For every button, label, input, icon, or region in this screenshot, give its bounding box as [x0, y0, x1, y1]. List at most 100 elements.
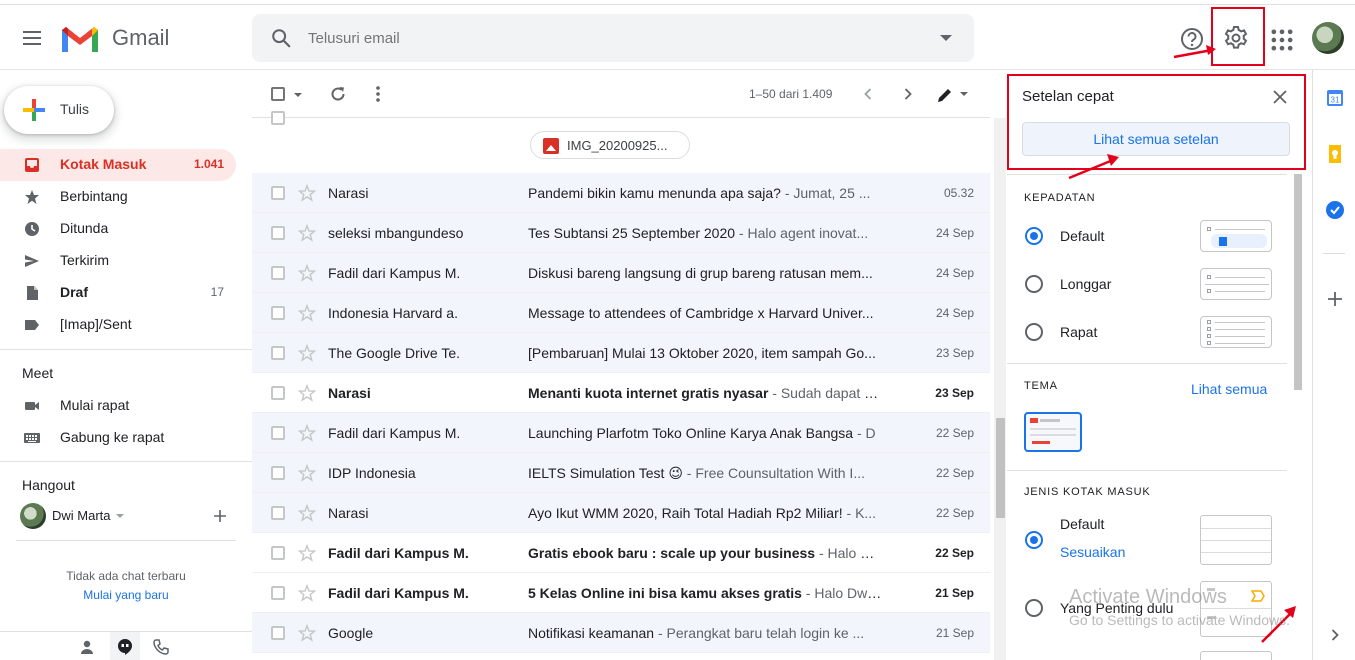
customize-inbox-link[interactable]: Sesuaikan — [1060, 544, 1125, 560]
sidebar-item-snoozed[interactable]: Ditunda — [0, 213, 236, 245]
see-all-themes-link[interactable]: Lihat semua — [1191, 381, 1267, 397]
brand-name[interactable]: Gmail — [112, 25, 169, 51]
density-comfortable-preview[interactable] — [1200, 268, 1272, 300]
email-row[interactable]: Google Notifikasi keamanan - Perangkat ba… — [252, 613, 990, 653]
row-checkbox[interactable] — [271, 186, 285, 200]
search-bar[interactable] — [252, 14, 974, 62]
sidebar-item-imap-sent[interactable]: [Imap]/Sent — [0, 309, 236, 341]
star-icon[interactable] — [298, 184, 316, 202]
apps-grid-icon[interactable] — [1268, 26, 1296, 54]
density-default-radio[interactable] — [1025, 227, 1043, 245]
quick-settings-highlight-box — [1007, 74, 1306, 170]
row-checkbox[interactable] — [271, 546, 285, 560]
attachment-chip[interactable]: IMG_20200925... — [530, 131, 690, 159]
row-checkbox[interactable] — [271, 426, 285, 440]
gmail-logo[interactable] — [60, 24, 100, 54]
density-option-label[interactable]: Default — [1060, 228, 1104, 244]
email-row[interactable]: IDP Indonesia IELTS Simulation Test 😉 - F… — [252, 453, 990, 493]
list-scrollbar-thumb[interactable] — [996, 418, 1005, 518]
inbox-type-option-label[interactable]: Default — [1060, 516, 1104, 532]
contacts-icon[interactable] — [78, 638, 96, 656]
density-compact-preview[interactable] — [1200, 316, 1272, 348]
row-checkbox[interactable] — [271, 586, 285, 600]
email-row[interactable]: Fadil dari Kampus M. Diskusi bareng langs… — [252, 253, 990, 293]
meet-item-join[interactable]: Gabung ke rapat — [0, 422, 236, 454]
density-default-preview[interactable] — [1200, 220, 1272, 252]
email-row[interactable]: Fadil dari Kampus M. 5 Kelas Online ini b… — [252, 573, 990, 613]
hangout-user-name[interactable]: Dwi Marta — [52, 508, 111, 523]
star-icon[interactable] — [298, 304, 316, 322]
row-checkbox[interactable] — [271, 111, 285, 125]
select-all-checkbox[interactable] — [271, 87, 285, 101]
email-row[interactable]: Narasi Ayo Ikut WMM 2020, Raih Total Hadi… — [252, 493, 990, 533]
search-icon[interactable] — [270, 27, 292, 49]
star-icon[interactable] — [298, 584, 316, 602]
inbox-default-preview[interactable] — [1200, 515, 1272, 565]
email-subject: Notifikasi keamanan — [528, 625, 655, 641]
add-chat-icon[interactable] — [212, 508, 228, 524]
star-icon[interactable] — [298, 504, 316, 522]
row-checkbox[interactable] — [271, 626, 285, 640]
input-tools-caret-icon[interactable] — [960, 92, 968, 96]
theme-thumbnail[interactable] — [1024, 412, 1082, 452]
density-option-label[interactable]: Rapat — [1060, 324, 1097, 340]
main-menu-icon[interactable] — [20, 26, 44, 50]
sidebar-item-sent[interactable]: Terkirim — [0, 245, 236, 277]
tasks-icon[interactable] — [1325, 200, 1345, 220]
density-option-label[interactable]: Longgar — [1060, 276, 1111, 292]
select-menu-caret-icon[interactable] — [294, 93, 302, 97]
email-row[interactable]: Narasi Menanti kuota internet gratis nyas… — [252, 373, 990, 413]
star-icon[interactable] — [298, 264, 316, 282]
row-checkbox[interactable] — [271, 466, 285, 480]
inbox-type-default-radio[interactable] — [1025, 531, 1043, 549]
input-tools-pencil-icon[interactable] — [936, 86, 954, 104]
hangout-status-caret-icon[interactable] — [116, 514, 124, 518]
quick-settings-scrollbar[interactable] — [1294, 174, 1302, 390]
calendar-icon[interactable]: 31 — [1325, 88, 1345, 108]
search-options-icon[interactable] — [940, 35, 952, 41]
star-icon[interactable] — [298, 344, 316, 362]
row-checkbox[interactable] — [271, 226, 285, 240]
row-checkbox[interactable] — [271, 386, 285, 400]
email-row[interactable]: Fadil dari Kampus M. Gratis ebook baru : … — [252, 533, 990, 573]
next-page-icon[interactable] — [900, 86, 916, 102]
star-icon[interactable] — [298, 624, 316, 642]
star-icon[interactable] — [298, 384, 316, 402]
expand-panel-chevron-icon[interactable] — [1325, 625, 1345, 645]
prev-page-icon[interactable] — [860, 86, 876, 102]
density-comfortable-radio[interactable] — [1025, 275, 1043, 293]
row-checkbox[interactable] — [271, 506, 285, 520]
search-input[interactable] — [308, 30, 908, 47]
account-avatar[interactable] — [1312, 22, 1344, 54]
row-checkbox[interactable] — [271, 306, 285, 320]
start-new-chat-link[interactable]: Mulai yang baru — [0, 588, 252, 602]
star-icon[interactable] — [298, 544, 316, 562]
email-row[interactable]: seleksi mbangundeso Tes Subtansi 25 Septe… — [252, 213, 990, 253]
refresh-icon[interactable] — [329, 85, 347, 103]
email-row[interactable]: Fadil dari Kampus M. Launching Plarfotm T… — [252, 413, 990, 453]
hangouts-tab[interactable] — [110, 632, 140, 660]
star-icon[interactable] — [298, 224, 316, 242]
sidebar-item-drafts[interactable]: Draf 17 — [0, 277, 236, 309]
more-options-icon[interactable] — [371, 85, 385, 103]
star-icon[interactable] — [298, 464, 316, 482]
star-icon[interactable] — [298, 424, 316, 442]
sidebar-item-starred[interactable]: Berbintang — [0, 181, 236, 213]
meet-item-start[interactable]: Mulai rapat — [0, 390, 236, 422]
hangout-user-avatar[interactable] — [20, 503, 46, 529]
keep-icon[interactable] — [1325, 144, 1345, 164]
email-row[interactable]: Indonesia Harvard a. Message to attendees… — [252, 293, 990, 333]
row-checkbox[interactable] — [271, 346, 285, 360]
list-scrollbar[interactable] — [994, 118, 1006, 660]
sidebar-item-label: Terkirim — [60, 252, 109, 268]
phone-icon[interactable] — [152, 638, 170, 656]
email-row[interactable]: Narasi Pandemi bikin kamu menunda apa saj… — [252, 173, 990, 213]
density-compact-radio[interactable] — [1025, 323, 1043, 341]
add-addon-icon[interactable] — [1325, 289, 1345, 309]
row-checkbox[interactable] — [271, 266, 285, 280]
email-row[interactable]: The Google Drive Te. [Pembaruan] Mulai 13… — [252, 333, 990, 373]
inbox-next-preview[interactable] — [1200, 651, 1272, 660]
sidebar-item-inbox[interactable]: Kotak Masuk 1.041 — [0, 149, 236, 181]
compose-button[interactable]: Tulis — [4, 86, 114, 134]
inbox-type-important-radio[interactable] — [1025, 599, 1043, 617]
